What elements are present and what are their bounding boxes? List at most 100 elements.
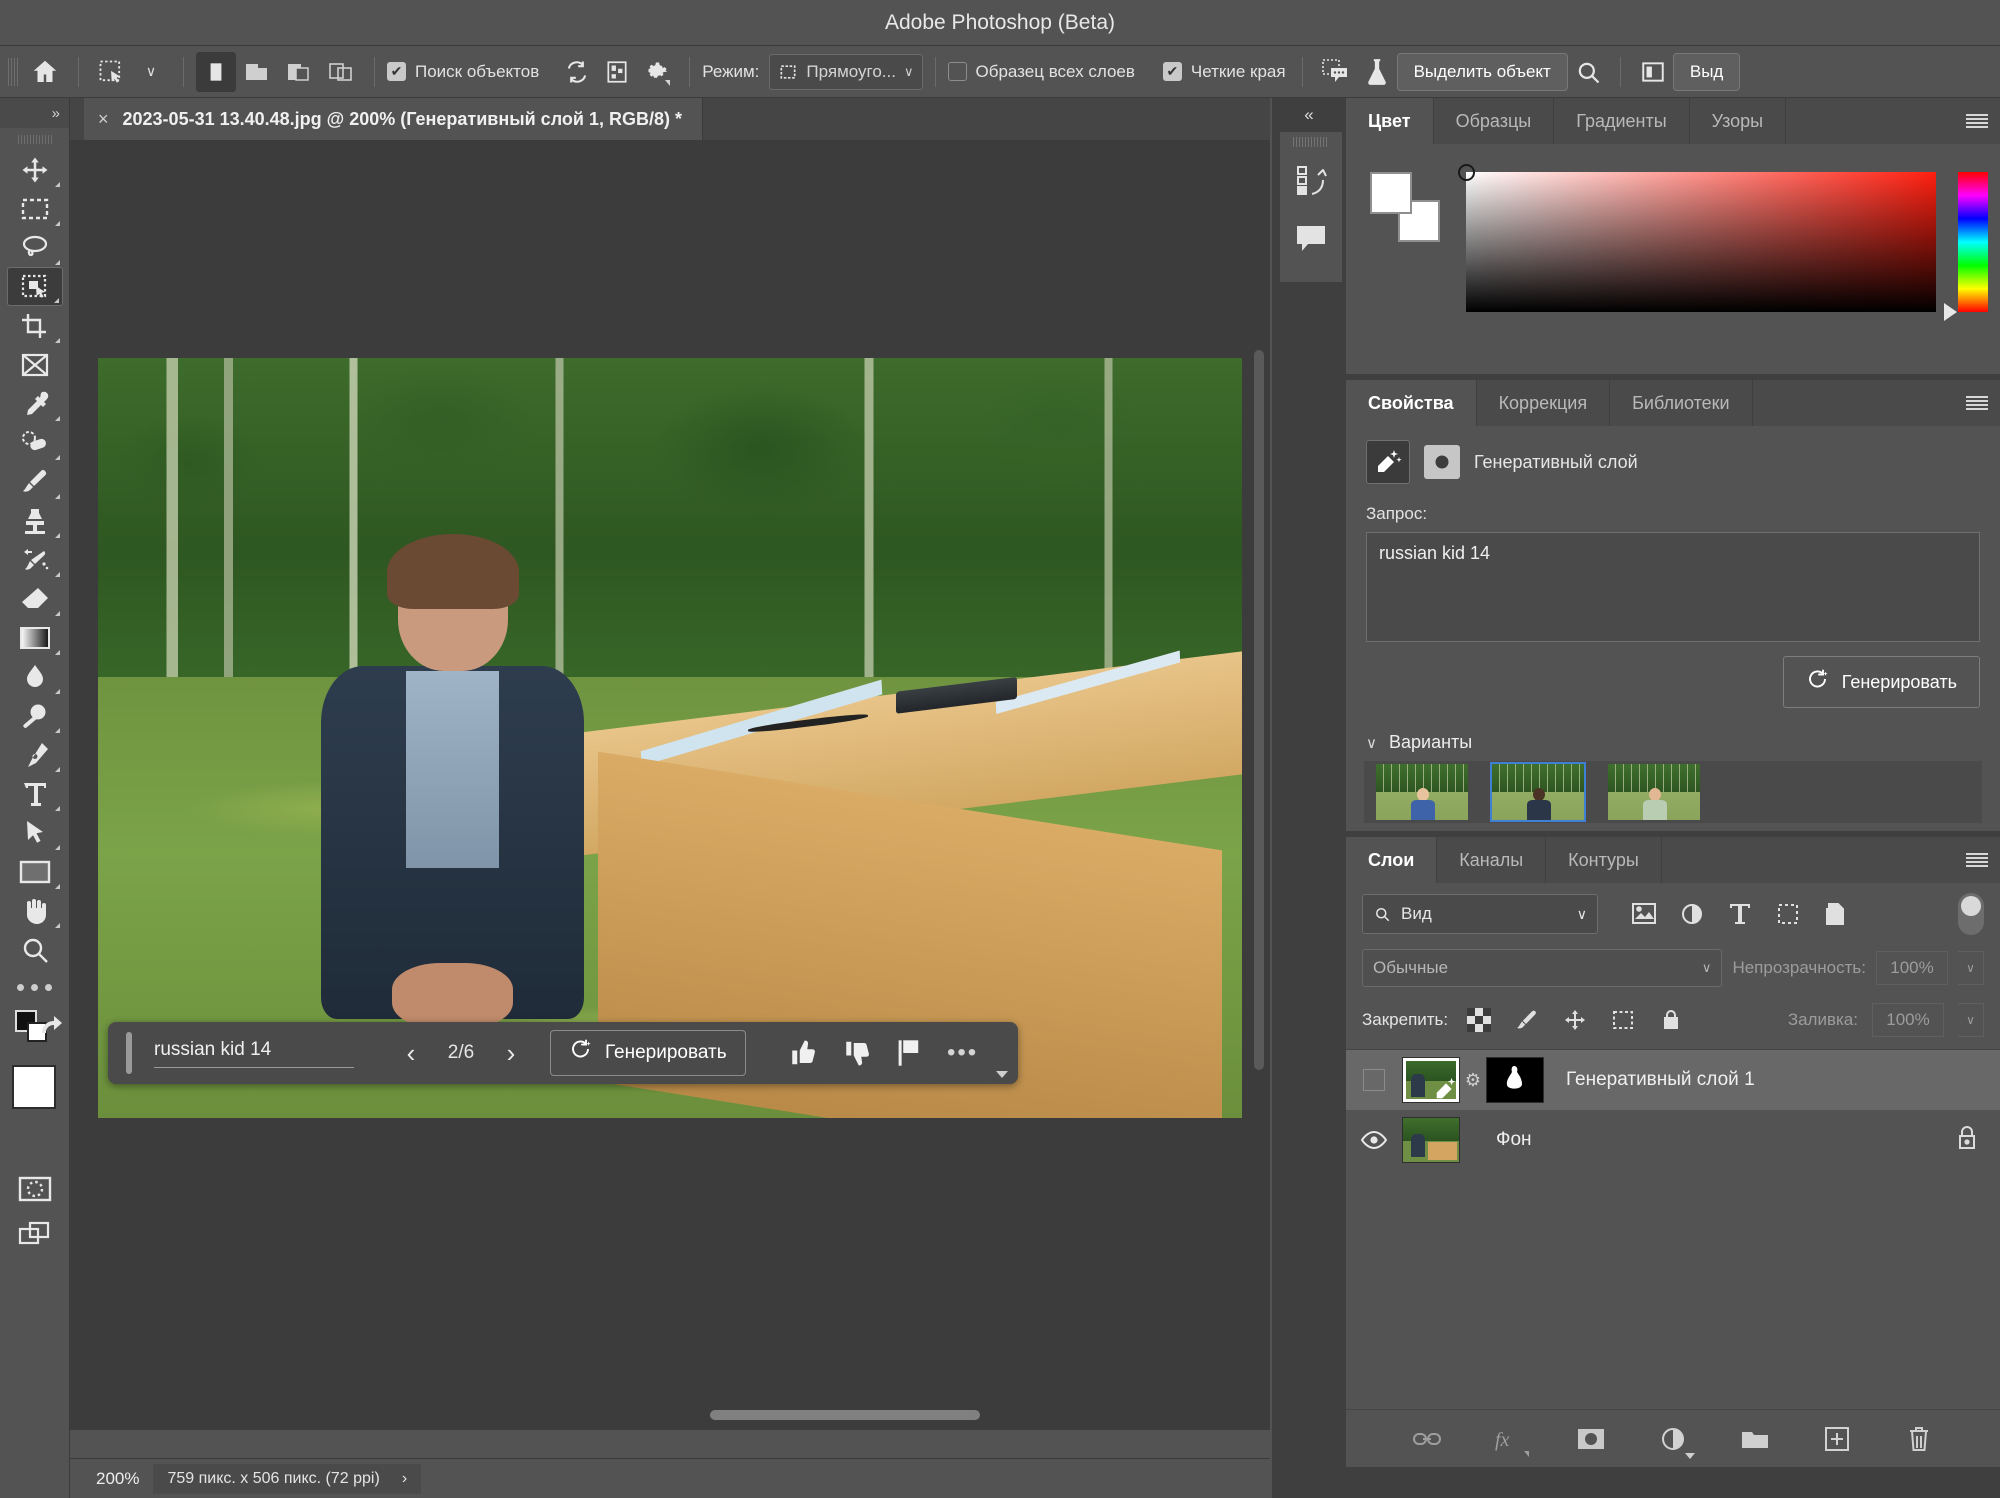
more-options-button[interactable]: ••• (938, 1030, 988, 1076)
opacity-input[interactable]: 100% (1876, 951, 1948, 985)
layer-visibility-toggle[interactable] (1346, 1130, 1402, 1150)
layer-visibility-toggle[interactable] (1346, 1069, 1402, 1091)
healing-brush-tool[interactable] (7, 423, 63, 462)
screen-mode-icon[interactable] (7, 1214, 63, 1253)
quick-mask-icon[interactable] (7, 1169, 63, 1208)
home-icon[interactable] (24, 52, 66, 92)
subtract-from-selection-icon[interactable] (278, 52, 320, 92)
next-variation-button[interactable]: › (488, 1030, 534, 1076)
type-tool[interactable] (7, 774, 63, 813)
canvas-horizontal-scrollbar[interactable] (710, 1410, 980, 1420)
tool-preset-caret[interactable]: ∨ (131, 52, 171, 92)
intersect-selection-icon[interactable] (320, 52, 362, 92)
dodge-tool[interactable] (7, 696, 63, 735)
blur-drop-icon[interactable] (7, 657, 63, 696)
show-overlay-icon[interactable] (597, 52, 637, 92)
hand-tool[interactable] (7, 891, 63, 930)
new-layer-icon[interactable] (1817, 1419, 1857, 1459)
selection-feedback-icon[interactable] (1315, 52, 1357, 92)
options-bar-grip[interactable] (8, 58, 18, 86)
adjustment-filter-icon[interactable] (1668, 894, 1716, 934)
link-mask-icon[interactable]: ⚙ (1460, 1070, 1486, 1091)
lock-artboard-icon[interactable] (1606, 1005, 1640, 1035)
link-layers-icon[interactable] (1407, 1419, 1447, 1459)
taskbar-caret-icon[interactable] (996, 1071, 1008, 1078)
layer-name[interactable]: Генеративный слой 1 (1544, 1069, 1755, 1091)
frame-tool[interactable] (7, 345, 63, 384)
object-finder-checkbox[interactable]: ✔ Поиск объектов (387, 62, 539, 82)
refresh-icon[interactable] (557, 52, 597, 92)
layer-row[interactable]: ⚙ Генеративный слой 1 (1346, 1050, 2000, 1110)
zoom-level[interactable]: 200% (96, 1469, 139, 1489)
layer-style-fx-icon[interactable]: fx (1489, 1419, 1529, 1459)
variant-thumbnail[interactable] (1376, 764, 1468, 820)
pixel-filter-icon[interactable] (1620, 894, 1668, 934)
canvas-area[interactable] (70, 140, 1270, 1430)
tab-patterns[interactable]: Узоры (1690, 98, 1786, 144)
panel-menu-icon[interactable] (1954, 380, 2000, 426)
shape-filter-icon[interactable] (1764, 894, 1812, 934)
history-brush-tool[interactable] (7, 540, 63, 579)
tab-layers[interactable]: Слои (1346, 837, 1437, 883)
document-tab[interactable]: × 2023-05-31 13.40.48.jpg @ 200% (Генера… (84, 98, 703, 140)
gear-icon[interactable] (637, 52, 677, 92)
prompt-input[interactable]: russian kid 14 (154, 1039, 354, 1068)
generate-button[interactable]: Генерировать (1783, 656, 1980, 708)
lasso-tool[interactable] (7, 228, 63, 267)
image-canvas[interactable] (98, 358, 1242, 1118)
select-subject-button[interactable]: Выделить объект (1397, 53, 1568, 91)
eyedropper-tool[interactable] (7, 384, 63, 423)
gradient-tool[interactable] (7, 618, 63, 657)
comments-panel-icon[interactable] (1281, 210, 1341, 268)
add-to-selection-icon[interactable] (236, 52, 278, 92)
tab-color[interactable]: Цвет (1346, 98, 1434, 144)
hue-slider-handle[interactable] (1944, 303, 1957, 321)
fill-input[interactable]: 100% (1872, 1003, 1944, 1037)
canvas-vertical-scrollbar[interactable] (1254, 350, 1264, 1070)
brush-tool[interactable] (7, 462, 63, 501)
tab-paths[interactable]: Контуры (1546, 837, 1662, 883)
add-layer-mask-icon[interactable] (1571, 1419, 1611, 1459)
tab-channels[interactable]: Каналы (1437, 837, 1546, 883)
hue-slider[interactable] (1958, 172, 1988, 312)
variant-thumbnail[interactable] (1608, 764, 1700, 820)
flask-icon[interactable] (1357, 52, 1397, 92)
sample-all-layers-checkbox[interactable]: Образец всех слоев (948, 62, 1135, 82)
pen-tool[interactable] (7, 735, 63, 774)
rectangle-shape-icon[interactable] (7, 852, 63, 891)
history-panel-icon[interactable] (1281, 152, 1341, 210)
layer-row[interactable]: Фон (1346, 1110, 2000, 1170)
layer-thumbnail[interactable] (1402, 1057, 1460, 1103)
type-filter-icon[interactable] (1716, 894, 1764, 934)
contextual-taskbar[interactable]: russian kid 14 ‹ 2/6 › Генерировать ••• (108, 1022, 1018, 1084)
mode-select[interactable]: Прямоуго... ∨ (769, 54, 922, 90)
thumbs-up-icon[interactable] (776, 1030, 826, 1076)
variant-thumbnail-selected[interactable] (1492, 764, 1584, 820)
lock-position-icon[interactable] (1558, 1005, 1592, 1035)
swap-colors-icon[interactable] (36, 1011, 64, 1044)
foreground-color-swatch[interactable] (1370, 172, 1412, 214)
dock-collapse-button[interactable]: « (1272, 98, 1346, 132)
search-icon[interactable] (1568, 52, 1608, 92)
layer-name[interactable]: Фон (1460, 1129, 1532, 1151)
variants-strip[interactable] (1364, 761, 1982, 823)
tab-gradients[interactable]: Градиенты (1554, 98, 1689, 144)
drag-handle[interactable] (126, 1032, 132, 1074)
generate-button[interactable]: Генерировать (550, 1030, 746, 1076)
tool-preset-icon[interactable] (91, 52, 131, 92)
select-and-mask-button[interactable]: Выд (1673, 53, 1740, 91)
close-icon[interactable]: × (98, 109, 109, 130)
toolbar-collapse-button[interactable]: » (0, 98, 69, 128)
new-adjustment-layer-icon[interactable] (1653, 1419, 1693, 1459)
prompt-textarea[interactable]: russian kid 14 (1366, 532, 1980, 642)
new-group-icon[interactable] (1735, 1419, 1775, 1459)
new-selection-icon[interactable] (196, 52, 236, 92)
tab-libraries[interactable]: Библиотеки (1610, 380, 1753, 426)
clone-stamp-tool[interactable] (7, 501, 63, 540)
tab-properties[interactable]: Свойства (1346, 380, 1477, 426)
tab-swatches[interactable]: Образцы (1434, 98, 1555, 144)
toolbar-grip[interactable] (0, 128, 69, 150)
tab-adjustments[interactable]: Коррекция (1477, 380, 1611, 426)
panel-menu-icon[interactable] (1954, 837, 2000, 883)
chevron-right-icon[interactable]: › (402, 1470, 407, 1488)
